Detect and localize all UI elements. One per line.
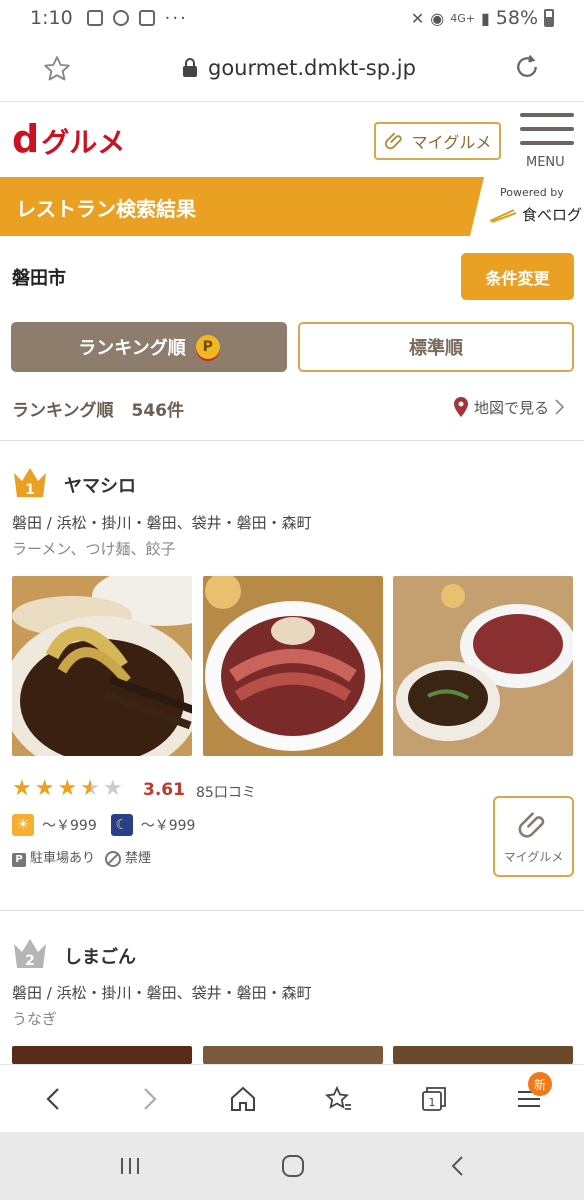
back-button-icon[interactable] xyxy=(444,1152,472,1180)
rank-2-crown-icon: 2 xyxy=(14,939,46,969)
tag-parking: P 駐車場あり xyxy=(12,847,95,867)
signal-icon: ▮ xyxy=(480,8,490,28)
result-count-row: ランキング順 546件 xyxy=(12,396,184,421)
restaurant-name-link[interactable]: しまごん xyxy=(64,943,136,969)
system-nav-bar xyxy=(0,1132,584,1200)
restaurant-photo-chashu[interactable] xyxy=(203,576,383,756)
divider xyxy=(0,440,584,441)
lock-icon xyxy=(183,58,197,77)
sort-ranking-button[interactable]: ランキング順 P xyxy=(11,322,287,372)
call-icon xyxy=(112,10,129,26)
more-notifications-icon: ··· xyxy=(164,7,188,29)
svg-text:1: 1 xyxy=(429,1096,436,1109)
star-empty-icon: ★ xyxy=(102,776,123,801)
restaurant-photo[interactable] xyxy=(12,1046,192,1064)
lunch-sun-icon: ☀ xyxy=(12,814,34,836)
star-half-icon: ★ xyxy=(80,776,100,801)
back-icon[interactable] xyxy=(38,1083,70,1115)
restaurant-name-link[interactable]: ヤマシロ xyxy=(64,472,136,498)
star-full-icon: ★ xyxy=(57,776,78,801)
home-icon[interactable] xyxy=(227,1083,259,1115)
chevron-right-icon xyxy=(555,399,565,415)
my-gourmet-button[interactable]: マイグルメ xyxy=(374,122,501,160)
map-view-link[interactable]: 地図で見る xyxy=(452,396,565,418)
menu-button[interactable]: MENU xyxy=(518,113,574,171)
restaurant-genre: うなぎ xyxy=(12,1010,58,1028)
restaurant-genre: ラーメン、つけ麺、餃子 xyxy=(12,540,176,558)
paperclip-icon xyxy=(384,132,402,150)
browser-toolbar: 1 xyxy=(0,1064,584,1132)
sort-standard-button[interactable]: 標準順 xyxy=(298,322,574,372)
price-row: ☀ ～￥999 ☾ ～￥999 xyxy=(12,814,195,836)
home-button-icon[interactable] xyxy=(279,1152,307,1180)
status-bar: 1:10 ··· ✕ ◉ 4G+ ▮ 58% xyxy=(0,0,584,36)
search-city: 磐田市 xyxy=(12,268,66,289)
current-sort-label: ランキング順 xyxy=(12,401,114,421)
map-pin-icon xyxy=(454,397,468,417)
forward-icon[interactable] xyxy=(133,1083,165,1115)
restaurant-photo[interactable] xyxy=(393,1046,573,1064)
divider xyxy=(0,910,584,911)
restaurant-photo-tsukemen[interactable] xyxy=(12,576,192,756)
dinner-price: ～￥999 xyxy=(140,818,196,834)
sort-ranking-label: ランキング順 xyxy=(78,338,186,359)
svg-text:1: 1 xyxy=(25,482,35,498)
chopsticks-icon xyxy=(489,208,517,223)
restaurant-tags: P 駐車場あり 禁煙 xyxy=(12,847,151,867)
add-to-my-gourmet-button[interactable]: マイグルメ xyxy=(493,796,574,877)
bookmarks-icon[interactable] xyxy=(323,1083,355,1115)
network-type: 4G+ xyxy=(450,11,475,25)
search-results-band: レストラン検索結果 Powered by 食べログ xyxy=(0,177,584,236)
result-count: 546件 xyxy=(131,401,185,421)
new-badge: 新 xyxy=(528,1072,552,1096)
powered-by-tabelog: Powered by 食べログ xyxy=(470,177,584,236)
review-count-link[interactable]: 85口コミ xyxy=(196,782,256,802)
rank-1-crown-icon: 1 xyxy=(14,468,46,498)
browser-url-bar: gourmet.dmkt-sp.jp xyxy=(0,36,584,102)
restaurant-area: 磐田 / 浜松・掛川・磐田、袋井・磐田・森町 xyxy=(12,514,312,532)
reload-icon[interactable] xyxy=(512,52,542,82)
restaurant-photo[interactable] xyxy=(203,1046,383,1064)
point-badge-icon: P xyxy=(195,335,220,359)
tag-no-smoking: 禁煙 xyxy=(105,847,151,867)
mute-icon: ✕ xyxy=(410,8,425,28)
rating-score: 3.61 xyxy=(143,780,185,800)
parking-icon: P xyxy=(12,852,26,867)
notification-icon xyxy=(86,10,103,26)
paperclip-icon xyxy=(518,812,544,838)
d-gourmet-logo[interactable]: d グルメ xyxy=(12,117,125,161)
shield-icon xyxy=(138,10,155,26)
recent-apps-icon[interactable] xyxy=(116,1152,144,1180)
status-time: 1:10 xyxy=(30,7,73,29)
no-smoking-icon xyxy=(105,850,122,867)
lunch-price: ～￥999 xyxy=(42,818,97,834)
restaurant-photo-tsukemen-set[interactable] xyxy=(393,576,573,756)
change-conditions-button[interactable]: 条件変更 xyxy=(461,253,574,300)
battery-percent: 58% xyxy=(495,7,538,29)
star-full-icon: ★ xyxy=(12,776,32,801)
location-icon: ◉ xyxy=(430,8,445,28)
site-header: d グルメ マイグルメ MENU xyxy=(0,103,584,177)
tabelog-logo: 食べログ xyxy=(522,206,583,224)
tabs-icon[interactable]: 1 xyxy=(418,1083,450,1115)
menu-label: MENU xyxy=(526,155,565,170)
address-field[interactable]: gourmet.dmkt-sp.jp xyxy=(182,56,416,80)
rating-stars: ★ ★ ★ ★ ★ xyxy=(12,778,123,800)
dinner-moon-icon: ☾ xyxy=(110,814,133,836)
svg-text:2: 2 xyxy=(25,953,35,969)
restaurant-area: 磐田 / 浜松・掛川・磐田、袋井・磐田・森町 xyxy=(12,984,312,1002)
star-full-icon: ★ xyxy=(34,776,55,801)
page-title: レストラン検索結果 xyxy=(16,197,196,221)
battery-icon xyxy=(544,9,554,27)
bookmark-star-icon[interactable] xyxy=(42,54,72,84)
url-text: gourmet.dmkt-sp.jp xyxy=(208,56,416,80)
